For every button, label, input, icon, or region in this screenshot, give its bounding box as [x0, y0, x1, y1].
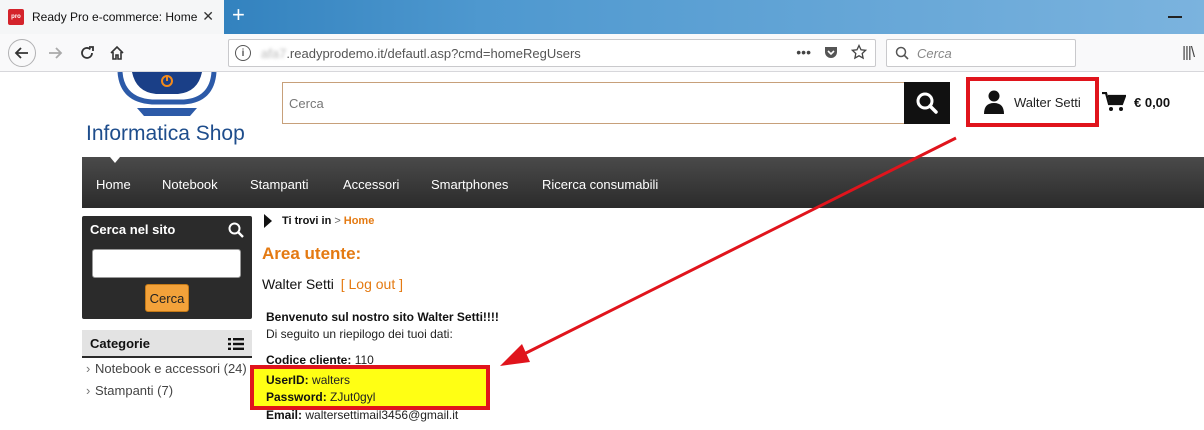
- logout-link[interactable]: [ Log out ]: [341, 276, 403, 292]
- field-label: Password:: [266, 390, 327, 404]
- cart-total: € 0,00: [1134, 94, 1171, 110]
- user-account-link[interactable]: Walter Setti: [966, 77, 1099, 127]
- pocket-icon[interactable]: [823, 44, 839, 60]
- browser-nav-bar: i afa7.readyprodemo.it/defautl.asp?cmd=h…: [0, 34, 1204, 72]
- sidebar-search-title: Cerca nel sito: [90, 222, 176, 237]
- url-actions: •••: [796, 44, 867, 60]
- arrow-left-icon: [14, 47, 28, 59]
- computer-logo-icon: [117, 72, 217, 116]
- search-icon: [228, 222, 244, 238]
- category-item-notebook[interactable]: Notebook e accessori (24): [82, 360, 252, 378]
- categories-title: Categorie: [90, 336, 150, 351]
- site-search-placeholder: Cerca: [289, 95, 324, 111]
- field-value: waltersettimail3456@gmail.it: [305, 408, 459, 422]
- menu-item-notebook[interactable]: Notebook: [162, 177, 218, 192]
- breadcrumb: Ti trovi in > Home: [264, 214, 374, 228]
- readypro-favicon-icon: pro: [8, 9, 24, 25]
- menu-item-stampanti[interactable]: Stampanti: [250, 177, 309, 192]
- arrow-right-icon: [49, 47, 63, 59]
- category-item-stampanti[interactable]: Stampanti (7): [82, 382, 252, 400]
- url-path: .readyprodemo.it/defautl.asp?cmd=homeReg…: [286, 45, 581, 61]
- list-icon: [228, 338, 244, 350]
- menu-item-smartphones[interactable]: Smartphones: [431, 177, 508, 192]
- url-blurred-subdomain: afa7: [261, 45, 287, 61]
- browser-search-box[interactable]: Cerca: [886, 39, 1076, 67]
- summary-text: Di seguito un riepilogo dei tuoi dati:: [266, 327, 453, 341]
- menu-item-accessori[interactable]: Accessori: [343, 177, 399, 192]
- field-label: UserID:: [266, 373, 309, 387]
- home-icon: [110, 45, 124, 60]
- sidebar-search-input[interactable]: [92, 249, 241, 278]
- site-logo[interactable]: Informatica Shop: [82, 72, 272, 152]
- welcome-message: Benvenuto sul nostro sito Walter Setti!!…: [266, 310, 499, 324]
- categories-list: Notebook e accessori (24) Stampanti (7): [82, 360, 252, 404]
- cart-icon: [1102, 92, 1126, 111]
- reload-button[interactable]: [74, 40, 100, 66]
- new-tab-icon[interactable]: +: [232, 4, 245, 26]
- userid-row: UserID: walters: [266, 373, 350, 387]
- browser-search-placeholder: Cerca: [917, 45, 952, 61]
- search-icon: [895, 46, 909, 60]
- breadcrumb-separator: >: [334, 215, 341, 227]
- url-bar[interactable]: i afa7.readyprodemo.it/defautl.asp?cmd=h…: [228, 39, 876, 67]
- search-icon: [916, 92, 938, 114]
- breadcrumb-arrow-icon: [264, 214, 272, 228]
- field-label: Email:: [266, 408, 303, 422]
- annotation-arrow-head: [500, 344, 530, 366]
- user-line: Walter Setti [ Log out ]: [262, 276, 403, 292]
- back-button[interactable]: [8, 39, 36, 67]
- field-value: ZJut0gyl: [330, 390, 376, 404]
- password-row: Password: ZJut0gyl: [266, 390, 375, 404]
- active-caret-icon: [110, 157, 120, 163]
- library-icon[interactable]: |||\: [1182, 44, 1195, 61]
- main-menu: Home Notebook Stampanti Accessori Smartp…: [82, 157, 1204, 208]
- user-name: Walter Setti: [262, 276, 334, 292]
- email-row: Email: waltersettimail3456@gmail.it: [266, 408, 458, 422]
- sidebar-search-button[interactable]: Cerca: [145, 284, 189, 312]
- breadcrumb-label: Ti trovi in: [282, 215, 332, 227]
- cart-link[interactable]: € 0,00: [1102, 92, 1170, 112]
- sidebar-search-panel: Cerca nel sito Cerca: [82, 216, 252, 319]
- info-icon[interactable]: i: [235, 45, 251, 61]
- minimize-window-icon[interactable]: [1168, 16, 1182, 18]
- forward-button[interactable]: [42, 40, 68, 66]
- site-search-button[interactable]: [904, 82, 950, 124]
- field-value: walters: [312, 373, 351, 387]
- url-text: afa7.readyprodemo.it/defautl.asp?cmd=hom…: [261, 46, 581, 61]
- menu-item-home[interactable]: Home: [96, 177, 131, 192]
- home-button[interactable]: [104, 40, 130, 66]
- menu-item-ricerca-consumabili[interactable]: Ricerca consumabili: [542, 177, 658, 192]
- browser-tab-bar: pro Ready Pro e-commerce: Home ✕ +: [0, 0, 1204, 34]
- browser-tab-active[interactable]: pro Ready Pro e-commerce: Home ✕: [0, 0, 224, 34]
- header-user-name: Walter Setti: [1014, 94, 1081, 110]
- logo-text: Informatica Shop: [86, 122, 245, 145]
- categories-header[interactable]: Categorie: [82, 330, 252, 358]
- tab-title: Ready Pro e-commerce: Home: [32, 10, 198, 24]
- page-actions-icon[interactable]: •••: [796, 44, 811, 60]
- site-search-input[interactable]: Cerca: [282, 82, 904, 124]
- bookmark-star-icon[interactable]: [851, 44, 867, 60]
- close-tab-icon[interactable]: ✕: [202, 9, 214, 23]
- reload-icon: [81, 46, 94, 59]
- page-title: Area utente:: [262, 244, 362, 263]
- breadcrumb-home-link[interactable]: Home: [344, 215, 375, 227]
- user-icon: [984, 90, 1004, 114]
